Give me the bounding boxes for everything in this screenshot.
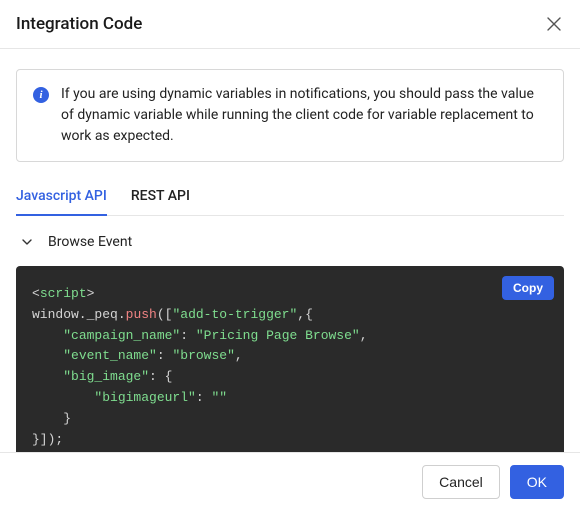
code-token: "bigimageurl" <box>94 390 195 405</box>
code-token: ([ <box>157 307 173 322</box>
copy-button[interactable]: Copy <box>502 276 554 300</box>
accordion-browse-event[interactable]: Browse Event <box>16 216 564 266</box>
code-block: Copy <script> window._peq.push(["add-to-t… <box>16 266 564 468</box>
info-icon: i <box>33 87 49 103</box>
code-token: "campaign_name" <box>63 328 180 343</box>
info-text: If you are using dynamic variables in no… <box>61 84 547 147</box>
code-token: < <box>32 286 40 301</box>
code-token: : <box>180 328 188 343</box>
modal-header: Integration Code <box>0 0 580 49</box>
code-token: , <box>360 328 368 343</box>
tab-javascript-api[interactable]: Javascript API <box>16 178 107 216</box>
code-token: "big_image" <box>63 369 149 384</box>
code-token: "" <box>211 390 227 405</box>
code-token: , <box>235 348 243 363</box>
code-token: : <box>157 348 165 363</box>
modal-title: Integration Code <box>16 14 142 34</box>
tab-rest-api[interactable]: REST API <box>131 178 190 216</box>
code-token: "browse" <box>172 348 234 363</box>
accordion-title: Browse Event <box>48 234 132 250</box>
code-token: script <box>40 286 87 301</box>
close-icon <box>547 17 561 31</box>
code-token: window._peq <box>32 307 118 322</box>
code-token: "add-to-trigger" <box>172 307 297 322</box>
code-token: { <box>165 369 173 384</box>
code-token: ,{ <box>297 307 313 322</box>
cancel-button[interactable]: Cancel <box>422 465 500 499</box>
close-button[interactable] <box>544 14 564 34</box>
chevron-down-icon <box>20 235 34 249</box>
code-token: }]); <box>32 432 63 447</box>
code-token: "Pricing Page Browse" <box>196 328 360 343</box>
modal-footer: Cancel OK <box>0 452 580 511</box>
code-token: : <box>149 369 157 384</box>
ok-button[interactable]: OK <box>510 465 564 499</box>
code-token: . <box>118 307 126 322</box>
tabs: Javascript API REST API <box>16 178 564 216</box>
modal-content: i If you are using dynamic variables in … <box>0 49 580 468</box>
code-token: "event_name" <box>63 348 157 363</box>
info-banner: i If you are using dynamic variables in … <box>16 69 564 162</box>
code-token: > <box>87 286 95 301</box>
code-token: : <box>196 390 204 405</box>
code-token: } <box>63 411 71 426</box>
code-token: push <box>126 307 157 322</box>
